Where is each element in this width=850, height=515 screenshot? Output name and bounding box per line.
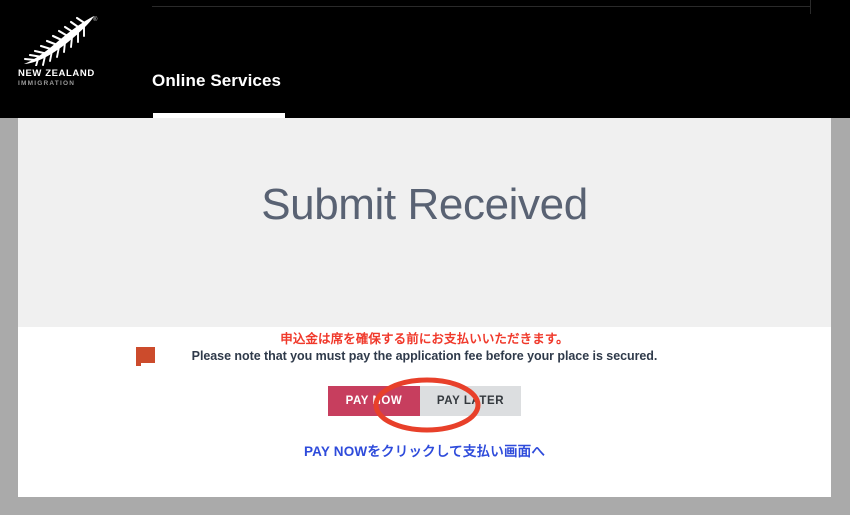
content-viewport: Submit Received 申込金は席を確保する前にお支払いいただきます。 … <box>18 118 831 497</box>
notice-japanese-text: 申込金は席を確保する前にお支払いいただきます。 <box>280 332 569 346</box>
header-divider-tick <box>810 0 811 14</box>
pay-now-button[interactable]: PAY NOW <box>327 386 420 416</box>
pay-later-button[interactable]: PAY LATER <box>419 386 522 416</box>
notice-english-text: Please note that you must pay the applic… <box>191 349 658 363</box>
page-title: Submit Received <box>261 180 588 229</box>
footer-link-row: PAY NOWをクリックして支払い画面へ <box>18 440 831 461</box>
payment-button-group: PAY NOW PAY LATER <box>18 386 831 420</box>
logo-name-text: NEW ZEALAND <box>18 68 95 79</box>
header-title: Online Services <box>152 71 282 90</box>
pay-now-instruction-link[interactable]: PAY NOWをクリックして支払い画面へ <box>304 444 545 459</box>
site-header: ® NEW ZEALAND IMMIGRATION Online Service… <box>0 0 850 118</box>
silver-fern-icon <box>14 14 100 67</box>
nz-immigration-logo[interactable]: ® NEW ZEALAND IMMIGRATION <box>14 14 106 94</box>
header-divider-line <box>152 6 810 7</box>
active-tab-indicator <box>153 113 285 118</box>
notice-banner: 申込金は席を確保する前にお支払いいただきます。 Please note that… <box>18 327 831 372</box>
page-frame: ® NEW ZEALAND IMMIGRATION Online Service… <box>0 0 850 515</box>
notice-text: 申込金は席を確保する前にお支払いいただきます。 Please note that… <box>18 327 831 364</box>
browser-gutter-right <box>831 118 850 515</box>
hero-band: Submit Received <box>18 118 831 327</box>
logo-subtitle-text: IMMIGRATION <box>18 80 76 87</box>
browser-gutter-left <box>0 118 18 515</box>
registered-trademark-icon: ® <box>93 17 98 23</box>
browser-gutter-bottom <box>0 497 850 515</box>
